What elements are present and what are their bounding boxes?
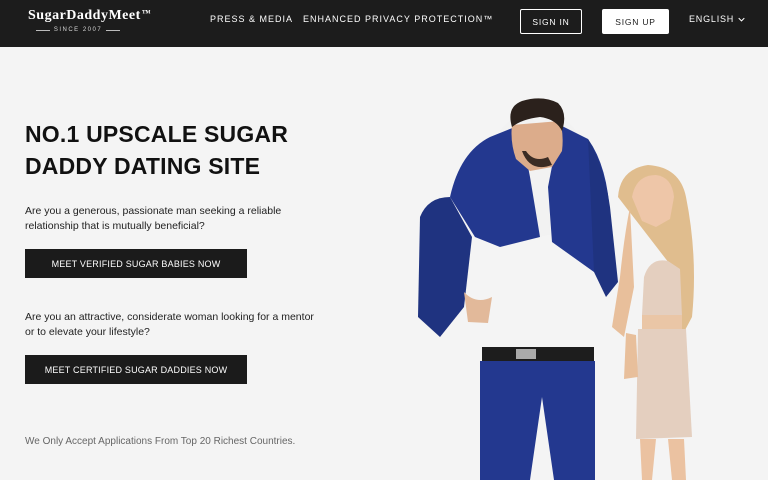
chevron-down-icon: [738, 17, 745, 22]
country-requirement-note: We Only Accept Applications From Top 20 …: [25, 436, 296, 447]
nav-press-media-link[interactable]: PRESS & MEDIA: [210, 14, 293, 24]
sign-up-button[interactable]: SIGN UP: [602, 9, 669, 34]
top-navigation-bar: SugarDaddyMeet™ SINCE 2007 PRESS & MEDIA…: [0, 0, 768, 47]
language-selector[interactable]: ENGLISH: [689, 14, 745, 24]
logo-tagline: SINCE 2007: [28, 27, 128, 33]
nav-privacy-protection-link[interactable]: ENHANCED PRIVACY PROTECTION™: [303, 14, 493, 24]
sign-in-button[interactable]: SIGN IN: [520, 9, 582, 34]
logo-wordmark: SugarDaddyMeet™: [28, 8, 151, 24]
hero-couple-photo: [418, 98, 694, 480]
headline-line-2: DADDY DATING SITE: [25, 153, 261, 179]
logo-rule-left: [35, 29, 50, 31]
man-figure: [418, 98, 618, 480]
woman-figure: [612, 165, 694, 480]
women-question-text: Are you an attractive, considerate woman…: [25, 311, 314, 338]
logo-name: SugarDaddyMeet: [28, 8, 141, 23]
logo-rule-right: [106, 29, 121, 31]
headline-line-1: NO.1 UPSCALE SUGAR: [25, 121, 289, 147]
page-headline: NO.1 UPSCALE SUGAR DADDY DATING SITE: [25, 118, 345, 182]
men-question-text: Are you a generous, passionate man seeki…: [25, 205, 282, 232]
site-logo[interactable]: SugarDaddyMeet™ SINCE 2007: [28, 8, 151, 33]
meet-sugar-babies-button[interactable]: MEET VERIFIED SUGAR BABIES NOW: [25, 249, 247, 278]
logo-trademark: ™: [141, 8, 152, 18]
language-label: ENGLISH: [689, 14, 735, 24]
meet-sugar-daddies-button[interactable]: MEET CERTIFIED SUGAR DADDIES NOW: [25, 355, 247, 384]
logo-since-text: SINCE 2007: [53, 27, 103, 33]
